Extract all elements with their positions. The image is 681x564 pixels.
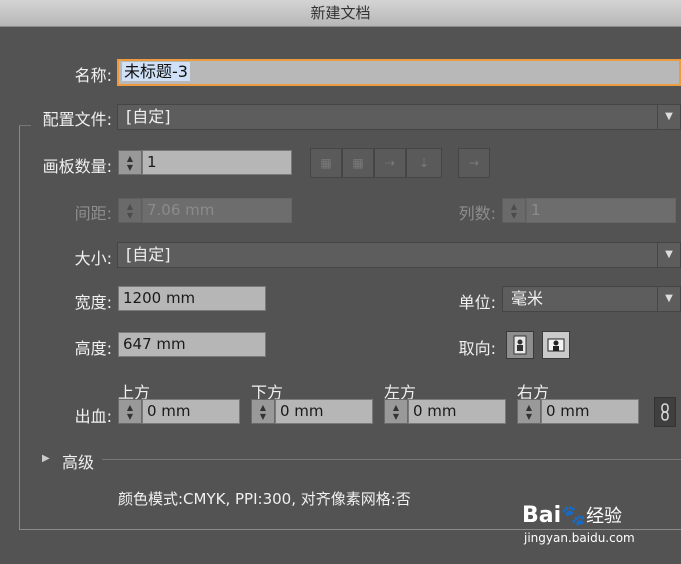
- stepper-down-icon: ▼: [126, 411, 134, 421]
- width-label: 宽度:: [74, 293, 112, 312]
- profile-value: [自定]: [126, 107, 171, 126]
- size-dropdown[interactable]: [自定] ▼: [117, 242, 681, 268]
- stepper-up-icon: ▲: [392, 402, 400, 412]
- stepper-down-icon: ▼: [126, 210, 134, 220]
- chevron-down-icon: ▼: [657, 243, 680, 267]
- grid-by-column-icon[interactable]: ▦: [342, 148, 374, 178]
- profile-dropdown[interactable]: [自定] ▼: [117, 104, 681, 130]
- bleed-top-stepper[interactable]: ▲ ▼: [118, 399, 142, 424]
- units-label: 单位:: [458, 293, 496, 312]
- settings-frame: [19, 125, 681, 530]
- arrange-by-row-icon[interactable]: ⇢: [374, 148, 406, 178]
- bleed-left-stepper[interactable]: ▲ ▼: [384, 399, 408, 424]
- artboards-input[interactable]: 1: [142, 150, 292, 175]
- name-label: 名称:: [74, 66, 112, 85]
- columns-label: 列数:: [458, 204, 496, 223]
- size-label: 大小:: [74, 249, 112, 268]
- orientation-label: 取向:: [458, 339, 496, 358]
- chain-link-icon: [661, 403, 669, 421]
- document-summary: 颜色模式:CMYK, PPI:300, 对齐像素网格:否: [118, 490, 411, 508]
- stepper-up-icon: ▲: [126, 402, 134, 412]
- advanced-divider: [102, 459, 681, 460]
- columns-stepper: ▲ ▼: [502, 198, 526, 223]
- disclosure-triangle-icon[interactable]: ▶: [42, 453, 50, 464]
- artboards-stepper[interactable]: ▲ ▼: [118, 150, 142, 175]
- units-value: 毫米: [511, 289, 544, 308]
- grid-by-row-icon[interactable]: ▦: [310, 148, 342, 178]
- chevron-down-icon: ▼: [657, 287, 680, 311]
- spacing-stepper: ▲ ▼: [118, 198, 142, 223]
- bleed-label: 出血:: [74, 407, 112, 426]
- units-dropdown[interactable]: 毫米 ▼: [502, 286, 681, 312]
- bleed-top-input[interactable]: 0 mm: [142, 399, 240, 424]
- height-label: 高度:: [74, 339, 112, 358]
- stepper-up-icon: ▲: [525, 402, 533, 412]
- bleed-right-stepper[interactable]: ▲ ▼: [517, 399, 541, 424]
- artboards-label: 画板数量:: [42, 157, 112, 176]
- baidu-watermark-url: jingyan.baidu.com: [524, 531, 635, 545]
- stepper-down-icon: ▼: [259, 411, 267, 421]
- window-title: 新建文档: [0, 0, 681, 27]
- bleed-bottom-stepper[interactable]: ▲ ▼: [251, 399, 275, 424]
- landscape-icon: [547, 338, 565, 352]
- size-value: [自定]: [126, 245, 171, 264]
- chevron-down-icon: ▼: [657, 105, 680, 129]
- stepper-down-icon: ▼: [510, 210, 518, 220]
- stepper-up-icon: ▲: [259, 402, 267, 412]
- stepper-down-icon: ▼: [126, 162, 134, 172]
- stepper-up-icon: ▲: [510, 201, 518, 211]
- baidu-watermark-logo: Bai🐾经验: [522, 503, 623, 528]
- document-name-value: 未标题-3: [122, 62, 190, 81]
- link-bleed-button[interactable]: [654, 397, 676, 427]
- profile-label: 配置文件:: [42, 110, 112, 129]
- columns-input: 1: [526, 198, 676, 223]
- height-input[interactable]: 647 mm: [118, 332, 266, 357]
- spacing-input: 7.06 mm: [142, 198, 292, 223]
- width-input[interactable]: 1200 mm: [118, 286, 266, 311]
- stepper-down-icon: ▼: [525, 411, 533, 421]
- bleed-right-input[interactable]: 0 mm: [541, 399, 639, 424]
- portrait-orientation-button[interactable]: [506, 331, 534, 359]
- bleed-bottom-input[interactable]: 0 mm: [275, 399, 373, 424]
- landscape-orientation-button[interactable]: [542, 331, 570, 359]
- bleed-left-input[interactable]: 0 mm: [408, 399, 506, 424]
- stepper-up-icon: ▲: [126, 153, 134, 163]
- right-to-left-icon[interactable]: →: [458, 148, 490, 178]
- portrait-icon: [513, 335, 527, 355]
- stepper-up-icon: ▲: [126, 201, 134, 211]
- stepper-down-icon: ▼: [392, 411, 400, 421]
- spacing-label: 间距:: [74, 204, 112, 223]
- advanced-toggle[interactable]: 高级: [62, 449, 94, 473]
- document-name-input[interactable]: 未标题-3: [117, 59, 681, 86]
- arrange-by-column-icon[interactable]: ⇣: [406, 148, 442, 178]
